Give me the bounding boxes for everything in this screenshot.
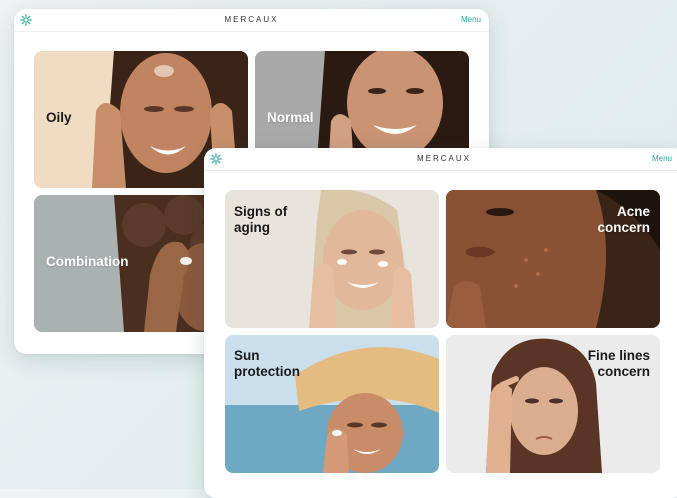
card-sun-protection[interactable]: Sun protection [225, 335, 439, 473]
card-label-fine-lines-concern: Fine lines concern [588, 348, 650, 380]
card-label-line2: protection [234, 364, 300, 379]
top-bar: MERCAUX Menu [14, 9, 489, 32]
brand-title: MERCAUX [224, 15, 279, 24]
card-label-line1: Signs of [234, 204, 288, 219]
brand-title: MERCAUX [416, 154, 471, 163]
skin-concern-window-front: MERCAUX Menu Signs of aging Acne concern… [204, 148, 677, 498]
card-label-line1: Acne [616, 204, 650, 219]
card-label-line2: concern [597, 364, 650, 379]
card-fine-lines-concern[interactable]: Fine lines concern [446, 335, 660, 473]
card-label-line1: Fine lines [587, 348, 650, 363]
card-label-line1: Sun [234, 348, 260, 363]
card-label-line2: concern [597, 220, 650, 235]
menu-link[interactable]: Menu [461, 15, 481, 24]
card-label-oily: Oily [46, 110, 72, 125]
card-label-acne-concern: Acne concern [597, 204, 650, 236]
card-label-combination: Combination [46, 254, 129, 269]
card-label-normal: Normal [267, 110, 314, 125]
card-label-line2: aging [234, 220, 270, 235]
card-label-sun-protection: Sun protection [234, 348, 300, 380]
top-bar: MERCAUX Menu [204, 148, 677, 171]
menu-link[interactable]: Menu [652, 154, 672, 163]
card-acne-concern[interactable]: Acne concern [446, 190, 660, 328]
card-label-signs-of-aging: Signs of aging [234, 204, 287, 236]
card-signs-of-aging[interactable]: Signs of aging [225, 190, 439, 328]
